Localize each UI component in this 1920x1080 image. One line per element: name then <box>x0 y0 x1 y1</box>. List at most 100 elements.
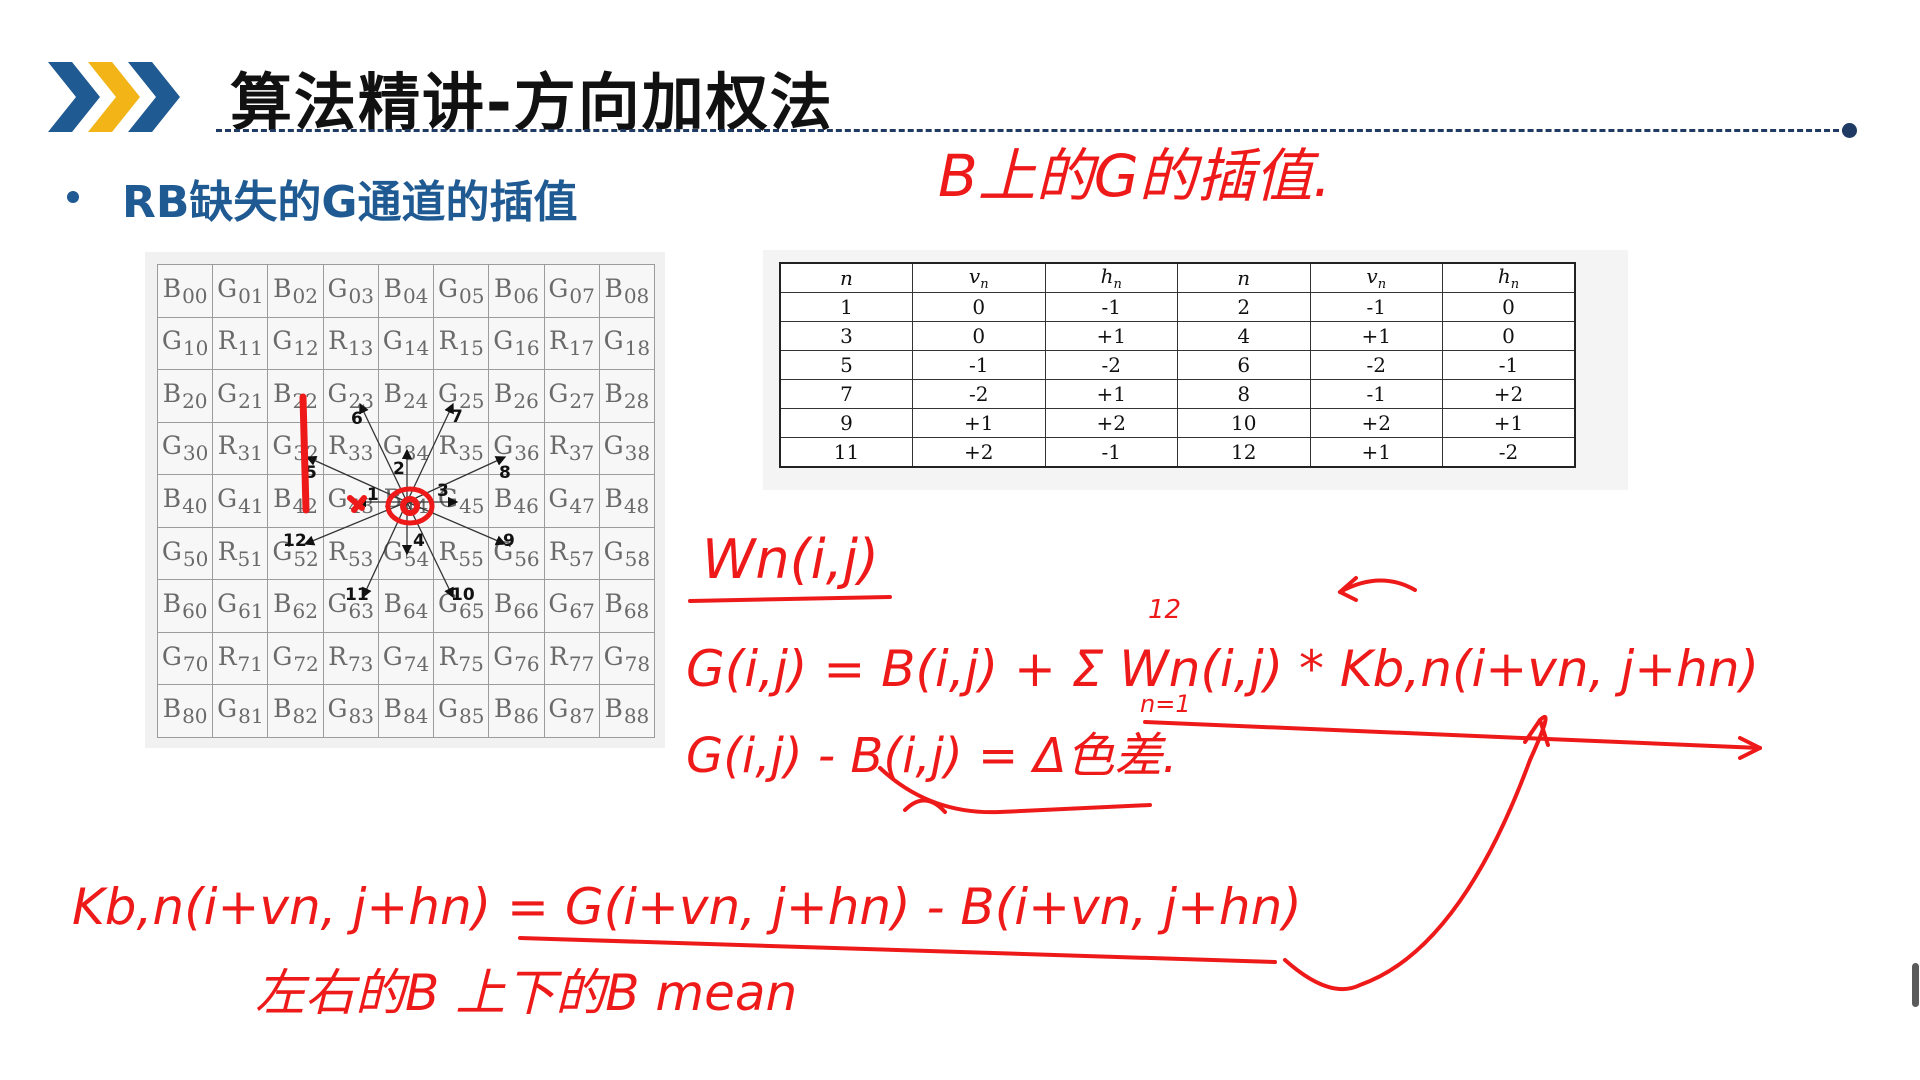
bayer-cell: R31 <box>212 421 269 476</box>
offset-table-cell: 0 <box>912 320 1046 351</box>
offset-table-cell: -1 <box>1044 436 1178 468</box>
bayer-cell: G27 <box>543 369 600 423</box>
offset-table-cell: 5 <box>779 349 913 380</box>
bayer-cell: G74 <box>377 631 435 686</box>
bayer-cell: G12 <box>267 316 324 371</box>
chevron-arrows-icon <box>48 62 180 132</box>
annotation-b-heading: B上的G的插值. <box>938 142 1331 210</box>
annotation-delta-line: G(i,j) - B(i,j) = Δ色差. <box>686 728 1178 784</box>
bayer-cell: R11 <box>212 316 269 371</box>
header-hn: hn <box>1044 262 1178 293</box>
bayer-row: G10 R11 G12 R13 G14 R15 G16 R17 G18 <box>156 316 656 371</box>
bayer-cell: G56 <box>488 526 545 581</box>
bayer-cell: G23 <box>322 369 379 423</box>
bayer-cell: B26 <box>488 369 545 423</box>
bayer-cell: G07 <box>543 264 600 318</box>
bayer-cell: B28 <box>598 369 656 423</box>
bayer-row: B00 G01 B02 G03 B04 G05 B06 G07 B08 <box>156 264 656 318</box>
bayer-cell: G58 <box>598 526 656 581</box>
bayer-cell: G47 <box>543 474 600 528</box>
offset-table-cell: 9 <box>779 407 913 438</box>
bayer-cell: G67 <box>543 579 600 633</box>
bayer-cell: B84 <box>377 684 435 738</box>
bayer-cell: G50 <box>156 526 214 581</box>
annotation-sum-upper: 12 <box>1148 595 1181 625</box>
offset-table-cell: 3 <box>779 320 913 351</box>
offset-table-cell: 7 <box>779 378 913 409</box>
bayer-cell: G36 <box>488 421 545 476</box>
offset-table-cell: +1 <box>1442 407 1576 438</box>
slide: 算法精讲-方向加权法 RB缺失的G通道的插值 B00 G01 B02 G03 B04 G0… <box>0 0 1920 1080</box>
offset-table-cell: +2 <box>1044 407 1178 438</box>
bullet-text: RB缺失的G通道的插值 <box>122 177 578 228</box>
bayer-cell: G32 <box>267 421 324 476</box>
offset-table-cell: 0 <box>912 292 1046 322</box>
offset-table-cell: 10 <box>1177 407 1311 438</box>
offset-table-cell: 12 <box>1177 436 1311 468</box>
bayer-cell: B62 <box>267 579 324 633</box>
bayer-row: G70 R71 G72 R73 G74 R75 G76 R77 G78 <box>156 631 656 686</box>
bayer-cell: G78 <box>598 631 656 686</box>
offset-table-cell: -2 <box>1442 436 1576 468</box>
bayer-cell: G70 <box>156 631 214 686</box>
bayer-cell: B80 <box>156 684 214 738</box>
bayer-cell: G65 <box>433 579 490 633</box>
offset-table-cell: +1 <box>1044 320 1178 351</box>
bayer-grid: B00 G01 B02 G03 B04 G05 B06 G07 B08 G10 R11 G12 R13 G… <box>156 264 656 738</box>
bayer-cell: G34 <box>377 421 435 476</box>
bayer-cell: B44 <box>377 474 435 528</box>
title-divider-dot <box>1842 123 1857 138</box>
offset-table-cell: 6 <box>1177 349 1311 380</box>
bayer-cell: R77 <box>543 631 600 686</box>
bayer-cell: G85 <box>433 684 490 738</box>
bayer-cell: R75 <box>433 631 490 686</box>
bayer-cell: R15 <box>433 316 490 371</box>
offset-table-cell: +1 <box>1309 436 1443 468</box>
bayer-cell: R53 <box>322 526 379 581</box>
bayer-cell: B88 <box>598 684 656 738</box>
offset-table-row: 11 +2 -1 12 +1 -2 <box>779 436 1576 468</box>
bayer-cell: G81 <box>212 684 269 738</box>
bayer-cell: B68 <box>598 579 656 633</box>
bayer-row: B60 G61 B62 G63 B64 G65 B66 G67 B68 <box>156 579 656 633</box>
bayer-cell: G18 <box>598 316 656 371</box>
bayer-cell: G83 <box>322 684 379 738</box>
offset-table-row: 5 -1 -2 6 -2 -1 <box>779 349 1576 380</box>
bayer-cell: G61 <box>212 579 269 633</box>
bullet-dot <box>67 191 79 203</box>
bayer-grid-figure: B00 G01 B02 G03 B04 G05 B06 G07 B08 G10 R11 G12 R13 G… <box>145 252 665 748</box>
bayer-cell: G03 <box>322 264 379 318</box>
bayer-cell: R33 <box>322 421 379 476</box>
offset-table-cell: +2 <box>1309 407 1443 438</box>
bayer-cell: B06 <box>488 264 545 318</box>
annotation-wn-label: Wn(i,j) <box>702 528 879 591</box>
bayer-cell: B48 <box>598 474 656 528</box>
offset-table: n vn hn n vn hn 1 0 -1 2 -1 0 3 0 +1 4 +1 0 5 -1 -2 6 -2… <box>779 262 1576 468</box>
bayer-cell: R73 <box>322 631 379 686</box>
scroll-handle[interactable] <box>1912 963 1919 1007</box>
offset-table-row: 9 +1 +2 10 +2 +1 <box>779 407 1576 438</box>
header-vn: vn <box>1309 262 1443 293</box>
bayer-cell: B46 <box>488 474 545 528</box>
bayer-cell: R13 <box>322 316 379 371</box>
annotation-formula-g: G(i,j) = B(i,j) + Σ Wn(i,j) * Kb,n(i+vn,… <box>686 640 1759 698</box>
bayer-cell: B66 <box>488 579 545 633</box>
bayer-row: B20 G21 B22 G23 B24 G25 B26 G27 B28 <box>156 369 656 423</box>
bayer-cell: R17 <box>543 316 600 371</box>
bayer-cell: R55 <box>433 526 490 581</box>
bayer-row: B80 G81 B82 G83 B84 G85 B86 G87 B88 <box>156 684 656 738</box>
bayer-cell: G41 <box>212 474 269 528</box>
bayer-cell: B24 <box>377 369 435 423</box>
bayer-cell: R71 <box>212 631 269 686</box>
offset-table-header-row: n vn hn n vn hn <box>779 262 1576 293</box>
offset-table-cell: 1 <box>779 292 913 322</box>
annotation-note: 左右的B 上下的B mean <box>255 964 797 1022</box>
offset-table-row: 3 0 +1 4 +1 0 <box>779 320 1576 351</box>
bayer-cell: G43 <box>322 474 379 528</box>
bayer-cell: G21 <box>212 369 269 423</box>
bayer-cell: B04 <box>377 264 435 318</box>
bayer-cell: G25 <box>433 369 490 423</box>
offset-table-cell: 0 <box>1442 320 1576 351</box>
bayer-cell: B40 <box>156 474 214 528</box>
bayer-cell: G45 <box>433 474 490 528</box>
